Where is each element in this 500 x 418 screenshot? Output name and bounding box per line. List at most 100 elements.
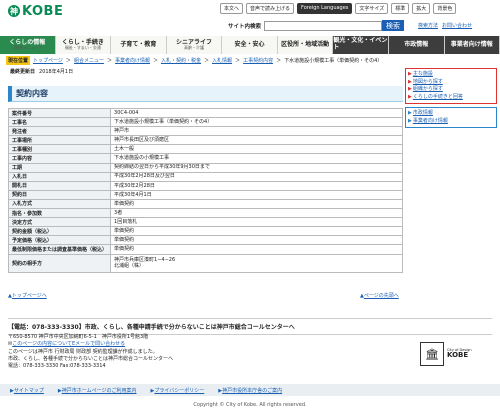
unesco-title: KOBE <box>447 351 469 360</box>
nav-living-info[interactable]: くらしの情報 (総合メニュー) <box>0 36 56 54</box>
search-button[interactable]: 検索 <box>382 20 405 31</box>
table-key: 開札日 <box>7 180 112 191</box>
font-standard-button[interactable]: 標準 <box>391 3 410 14</box>
table-value: 単価契約 <box>110 198 403 210</box>
chevron-right-icon: ＞ <box>152 58 158 64</box>
skip-link[interactable]: 本文へ <box>220 3 244 14</box>
table-key: 工期 <box>7 162 112 173</box>
table-key: 工事内容 <box>7 153 112 164</box>
sidebar-item[interactable]: ▶地図から探す <box>408 79 494 87</box>
to-page-top-link[interactable]: ▲ページの先頭へ <box>360 292 399 299</box>
nav-label: 観光・文化・イベント <box>333 37 388 51</box>
search-help-link[interactable]: 検索方法 <box>418 22 438 29</box>
footer-cityhall-link[interactable]: ▶神戸市役所本庁舎のご案内 <box>218 387 282 394</box>
table-value: 30C4-004 <box>110 107 403 119</box>
table-row: 契約の相手方 神戸市兵庫区湊町1−4−26 北浦組（株） <box>7 253 403 273</box>
sidebar-item[interactable]: ▶主な施設 <box>408 71 494 79</box>
table-value: 3者 <box>110 208 403 219</box>
email-inquiry-link[interactable]: ✉このページの内容についてEメールで問い合わせる <box>8 341 173 348</box>
breadcrumb-item[interactable]: トップページ <box>33 57 63 64</box>
table-key: 工事種別 <box>7 144 112 155</box>
nav-label: 事業者向け情報 <box>450 40 493 48</box>
table-value: 平成30年2月28日 <box>110 180 403 191</box>
contract-table: 案件番号 30C4-004 工事名 下水道施設小規模工事（単価契約・その4） 発注者 神戸… <box>7 107 403 273</box>
site-logo[interactable]: 神 KOBE <box>8 3 64 19</box>
breadcrumb-current: 下水道施設小規模工事（単価契約・その4） <box>284 58 383 64</box>
footer-link-label: 神戸市ホームページのご利用案内 <box>61 387 137 394</box>
chevron-right-icon: ＞ <box>235 58 241 64</box>
nav-senior[interactable]: シニアライフ 高齢・介護 <box>166 36 223 54</box>
foreign-languages-button[interactable]: Foreign Languages <box>297 3 353 14</box>
unesco-logo-text: City of Design KOBE <box>447 348 472 360</box>
nav-safety[interactable]: 安全・安心 <box>222 36 278 54</box>
table-key: 指名・参加数 <box>7 208 112 219</box>
nav-procedures[interactable]: くらし・手続き 福祉・すまい・交通 <box>55 36 112 54</box>
font-large-button[interactable]: 拡大 <box>412 3 431 14</box>
author-note: このページは神戸市 行財政局 財政部 契約監理課が作成しました。 <box>8 348 158 355</box>
contact-link[interactable]: お問い合わせ <box>442 22 472 29</box>
table-value: 単価契約 <box>110 235 403 246</box>
footer-privacy-link[interactable]: ▶プライバシーポリシー <box>151 387 205 394</box>
table-row: 工事場所 神戸市長田区及び須磨区 <box>7 135 403 146</box>
nav-childcare[interactable]: 子育て・教育 <box>111 36 167 54</box>
table-value-line: 北浦組（株） <box>114 263 145 269</box>
search-label: サイト内検索 <box>228 23 262 30</box>
chevron-right-icon: ＞ <box>106 58 112 64</box>
sidebar-item[interactable]: ▶市政情報 <box>408 110 494 118</box>
nav-tourism[interactable]: 観光・文化・イベント <box>333 36 389 54</box>
logo-text: KOBE <box>22 3 64 19</box>
nav-ward[interactable]: 区役所・地域活動 <box>277 36 334 54</box>
sidebar-item[interactable]: ▶事業者向け情報 <box>408 118 494 126</box>
to-top-link-left[interactable]: ▲トップページへ <box>8 292 47 299</box>
footer-sitemap-link[interactable]: ▶サイトマップ <box>10 387 44 394</box>
table-row: 工事種別 土木一般 <box>7 144 403 155</box>
read-aloud-button[interactable]: 音声で読み上げる <box>246 3 295 14</box>
nav-business[interactable]: 事業者向け情報 <box>444 36 500 54</box>
table-value-line: 土木一般 <box>114 146 135 153</box>
table-row: 工事名 下水道施設小規模工事（単価契約・その4） <box>7 117 403 128</box>
arrow-right-icon: ▶ <box>408 110 412 116</box>
chevron-right-icon: ＞ <box>204 58 210 64</box>
bg-color-button[interactable]: 背景色 <box>433 3 457 14</box>
table-value-line: 神戸市長田区及び須磨区 <box>114 137 170 144</box>
table-key: 工事名 <box>7 117 112 128</box>
contact-info: 〒650-8570 神戸市中央区加納町6-5-1 神戸市役所1号館3階 ✉このペ… <box>8 334 173 370</box>
table-value: 神戸市兵庫区湊町1−4−26 北浦組（株） <box>110 253 403 273</box>
table-value: 単価契約 <box>110 244 403 255</box>
table-value-line: 平成30年2月28日 <box>114 182 155 189</box>
breadcrumb-item[interactable]: 入札情報 <box>212 57 232 64</box>
nav-sub: (総合メニュー) <box>13 45 41 51</box>
nav-city-info[interactable]: 市政情報 <box>388 36 445 54</box>
breadcrumb-item[interactable]: 入札・契約・税金 <box>161 57 201 64</box>
footer-links: ▶サイトマップ ▶神戸市ホームページのご利用案内 ▶プライバシーポリシー ▶神戸… <box>0 384 500 396</box>
sidebar: ▶主な施設 ▶地図から探す ▶組織から探す ▶くらしの手続きと回答 ▶市政情報 … <box>405 68 497 128</box>
table-value-line: 下水道施設の小規模工事 <box>114 155 170 162</box>
footer-link-label: プライバシーポリシー <box>154 387 205 394</box>
table-value: 神戸市 <box>110 126 403 137</box>
sidebar-item[interactable]: ▶くらしの手続きと回答 <box>408 94 494 102</box>
to-top-label: トップページへ <box>11 293 47 299</box>
table-row: 契約金額（税込） 単価契約 <box>7 226 403 237</box>
arrow-right-icon: ▶ <box>408 93 412 100</box>
table-key: 発注者 <box>7 126 112 137</box>
footer-usage-link[interactable]: ▶神戸市ホームページのご利用案内 <box>58 387 137 394</box>
table-value: 神戸市長田区及び須磨区 <box>110 135 403 146</box>
sidebar-item-label: くらしの手続きと回答 <box>412 93 463 100</box>
nav-label: 市政情報 <box>404 40 429 48</box>
sidebar-item-label: 事業者向け情報 <box>412 117 448 124</box>
search-input[interactable] <box>264 20 383 31</box>
breadcrumb-item[interactable]: 組合メニュー <box>74 57 104 64</box>
table-key: 契約日 <box>7 189 112 200</box>
breadcrumb-item[interactable]: 事業者向け情報 <box>115 57 150 64</box>
last-updated-date: 2018年4月1日 <box>39 69 74 75</box>
table-value-line: 下水道施設小規模工事（単価契約・その4） <box>114 118 213 125</box>
chevron-right-icon: ＞ <box>65 58 71 64</box>
table-value: 下水道施設小規模工事（単価契約・その4） <box>110 117 403 128</box>
breadcrumb-item[interactable]: 工事契約内容 <box>243 57 273 64</box>
sidebar-secondary-box: ▶市政情報 ▶事業者向け情報 <box>405 107 497 128</box>
table-value-line: 平成30年4月1日 <box>114 191 152 198</box>
table-row: 入札方式 単価契約 <box>7 198 403 210</box>
table-key: 最低制限価格または調査基準価格（税込） <box>7 244 112 255</box>
sidebar-item[interactable]: ▶組織から探す <box>408 86 494 94</box>
table-value: 平成30年2月28日及び翌日 <box>110 171 403 182</box>
